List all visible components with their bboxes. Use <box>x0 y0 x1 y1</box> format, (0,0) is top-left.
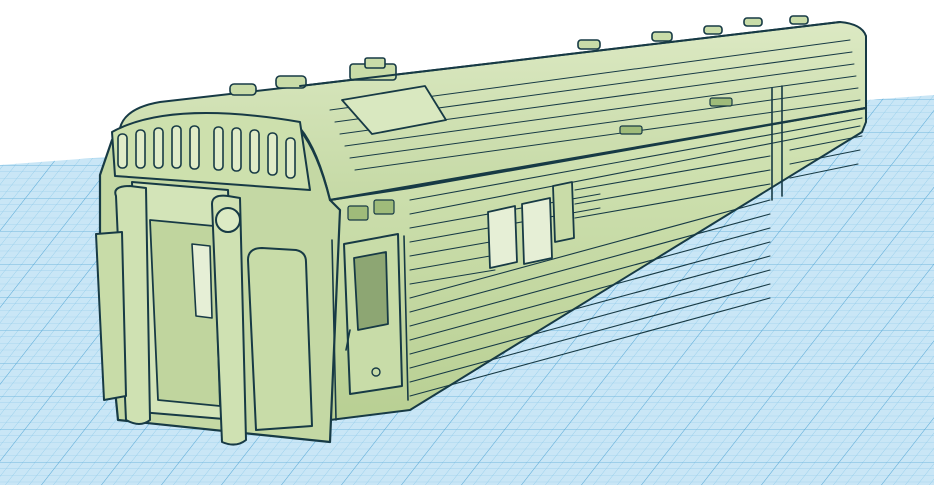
workplane-scene[interactable] <box>0 0 934 485</box>
door-handle <box>371 367 381 377</box>
side-vestibule-window <box>353 251 389 331</box>
end-door-window <box>191 243 213 319</box>
3d-viewport[interactable] <box>0 0 934 485</box>
marker-light <box>215 207 241 233</box>
